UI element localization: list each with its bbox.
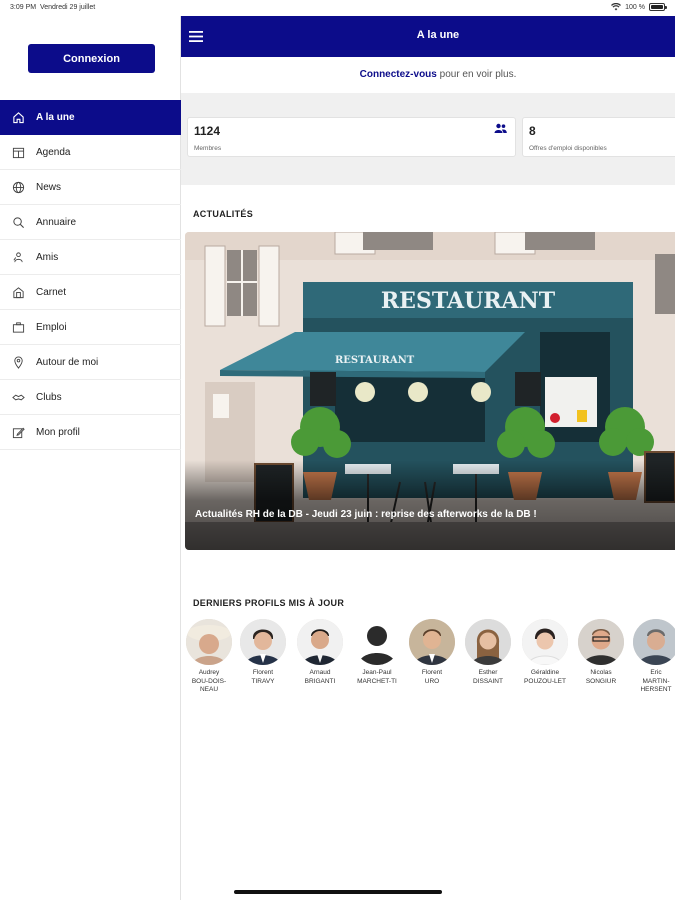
profile-name: Arnaud BRIGANTI — [304, 669, 336, 685]
news-caption-shade — [185, 460, 675, 550]
avatar — [633, 619, 675, 665]
handshake-icon — [10, 389, 26, 405]
sidebar-item-news[interactable]: News — [0, 170, 181, 205]
sidebar-item-a-la-une[interactable]: A la une — [0, 100, 181, 135]
app-bar: A la une — [181, 16, 675, 57]
profile-name: Géraldine POUZOU-LET — [524, 669, 566, 685]
sidebar-item-label: Annuaire — [36, 216, 77, 228]
profile-card[interactable]: Eric MARTIN-HERSENT — [632, 619, 675, 695]
avatar — [409, 619, 455, 665]
profile-card[interactable]: Nicolas SONGIUR — [577, 619, 625, 686]
sidebar: Connexion A la une Agenda News Annuaire … — [0, 16, 181, 900]
avatar — [297, 619, 343, 665]
profile-card[interactable]: Esther DISSAINT — [464, 619, 512, 686]
sidebar-item-label: Emploi — [36, 321, 67, 333]
sidebar-nav: A la une Agenda News Annuaire Amis Carne… — [0, 100, 181, 450]
login-button[interactable]: Connexion — [28, 44, 155, 73]
profile-card[interactable]: Audrey BOU-DOIS-NEAU — [185, 619, 233, 695]
sidebar-item-autour-de-moi[interactable]: Autour de moi — [0, 345, 181, 380]
news-caption: Actualités RH de la DB - Jeudi 23 juin :… — [195, 509, 537, 520]
sidebar-item-label: A la une — [36, 111, 75, 123]
sidebar-item-label: Mon profil — [36, 426, 80, 438]
wifi-icon — [611, 3, 622, 11]
home-indicator[interactable] — [234, 890, 442, 894]
profile-name: Florent TIRAVY — [251, 669, 275, 685]
avatar — [354, 619, 400, 665]
sidebar-item-clubs[interactable]: Clubs — [0, 380, 181, 415]
notebook-icon — [10, 284, 26, 300]
avatar — [578, 619, 624, 665]
battery-icon — [649, 3, 667, 11]
search-icon — [10, 214, 26, 230]
login-notice-text: pour en voir plus. — [436, 69, 517, 80]
profiles-carousel[interactable]: Audrey BOU-DOIS-NEAU Florent TIRAVY Arnaud… — [181, 619, 675, 709]
profile-name: Nicolas SONGIUR — [585, 669, 617, 685]
sidebar-item-amis[interactable]: Amis — [0, 240, 181, 275]
jobs-card[interactable]: 8 Offres d'emploi disponibles — [522, 117, 675, 157]
profile-name: Esther DISSAINT — [473, 669, 503, 685]
sidebar-item-label: Autour de moi — [36, 356, 99, 368]
sidebar-item-agenda[interactable]: Agenda — [0, 135, 181, 170]
main-content: A la une Connectez-vous pour en voir plu… — [181, 16, 675, 900]
status-bar: 3:09 PM Vendredi 29 juillet 100 % — [0, 0, 675, 16]
page-title: A la une — [416, 29, 460, 41]
profile-card[interactable]: Florent TIRAVY — [239, 619, 287, 686]
avatar — [465, 619, 511, 665]
profile-card[interactable]: Géraldine POUZOU-LET — [521, 619, 569, 686]
news-card[interactable]: RESTAURANT RESTAURANT Actualités RH de l… — [185, 232, 675, 550]
svg-text:RESTAURANT: RESTAURANT — [381, 288, 556, 314]
battery-percent: 100 % — [625, 3, 645, 11]
news-section-title: ACTUALITÉS — [193, 209, 253, 219]
profile-name: Eric MARTIN-HERSENT — [640, 669, 672, 693]
login-notice: Connectez-vous pour en voir plus. — [181, 57, 675, 93]
sidebar-item-label: News — [36, 181, 62, 193]
avatar — [186, 619, 232, 665]
calendar-icon — [10, 144, 26, 160]
profiles-section-title: DERNIERS PROFILS MIS À JOUR — [193, 598, 345, 608]
sidebar-item-label: Clubs — [36, 391, 62, 403]
sidebar-item-annuaire[interactable]: Annuaire — [0, 205, 181, 240]
profile-card[interactable]: Arnaud BRIGANTI — [296, 619, 344, 686]
profile-card[interactable]: Florent URO — [408, 619, 456, 686]
sidebar-item-label: Carnet — [36, 286, 67, 298]
sidebar-item-emploi[interactable]: Emploi — [0, 310, 181, 345]
members-count: 1124 — [194, 124, 221, 138]
sidebar-item-carnet[interactable]: Carnet — [0, 275, 181, 310]
profile-name: Audrey BOU-DOIS-NEAU — [191, 669, 227, 693]
profile-name: Jean-Paul MARCHET-TI — [357, 669, 397, 685]
profile-card[interactable]: Jean-Paul MARCHET-TI — [353, 619, 401, 686]
sidebar-item-label: Amis — [36, 251, 59, 263]
status-right: 100 % — [611, 3, 667, 11]
avatar — [522, 619, 568, 665]
globe-icon — [10, 179, 26, 195]
members-label: Membres — [194, 145, 222, 152]
stats-area: 1124 Membres 8 Offres d'emploi disponibl… — [181, 93, 675, 185]
avatar — [240, 619, 286, 665]
location-pin-icon — [10, 354, 26, 370]
status-time-date: 3:09 PM Vendredi 29 juillet — [10, 4, 96, 11]
sidebar-item-label: Agenda — [36, 146, 71, 158]
home-icon — [10, 109, 26, 125]
friends-icon — [10, 249, 26, 265]
svg-text:RESTAURANT: RESTAURANT — [335, 355, 415, 366]
people-icon — [494, 123, 507, 133]
profile-name: Florent URO — [421, 669, 443, 685]
sidebar-item-mon-profil[interactable]: Mon profil — [0, 415, 181, 450]
edit-profile-icon — [10, 424, 26, 440]
members-card[interactable]: 1124 Membres — [187, 117, 516, 157]
briefcase-icon — [10, 319, 26, 335]
login-link[interactable]: Connectez-vous — [360, 69, 437, 80]
jobs-count: 8 — [529, 124, 536, 138]
jobs-label: Offres d'emploi disponibles — [529, 145, 607, 152]
